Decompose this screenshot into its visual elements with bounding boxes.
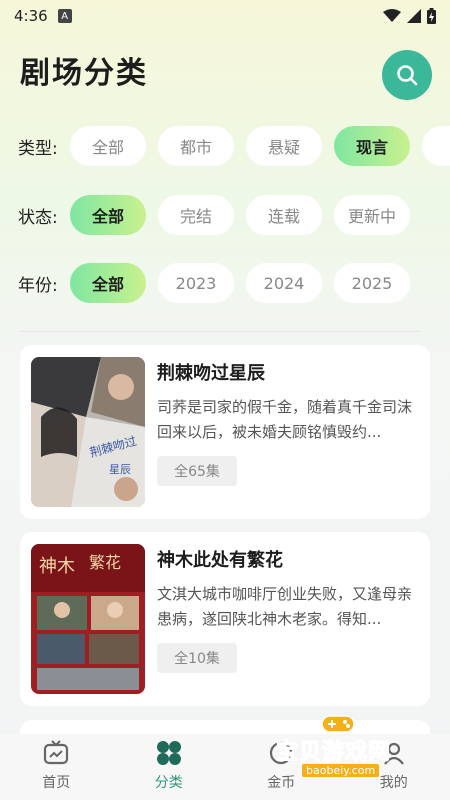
- grid-icon: [156, 741, 181, 765]
- chip-year-all[interactable]: 全部: [70, 263, 146, 303]
- chips-type: 全部 都市 悬疑 现言: [70, 126, 450, 166]
- svg-text:星辰: 星辰: [109, 463, 131, 476]
- chip-type-more[interactable]: [422, 126, 450, 166]
- chip-status-serializing[interactable]: 连载: [246, 195, 322, 235]
- wifi-icon: [383, 9, 401, 22]
- chip-type-mystery[interactable]: 悬疑: [246, 126, 322, 166]
- episode-count-badge: 全65集: [157, 456, 237, 486]
- chip-year-2024[interactable]: 2024: [246, 263, 322, 303]
- chip-status-all[interactable]: 全部: [70, 195, 146, 235]
- chip-type-all[interactable]: 全部: [70, 126, 146, 166]
- tab-label: 首页: [42, 775, 71, 791]
- chip-year-2023[interactable]: 2023: [158, 263, 234, 303]
- chip-status-updating[interactable]: 更新中: [334, 195, 410, 235]
- notification-a-icon: A: [57, 9, 72, 23]
- chips-year: 全部 2023 2024 2025: [70, 263, 450, 303]
- tab-home[interactable]: 首页: [0, 734, 113, 800]
- drama-title: 荆棘吻过星辰: [157, 363, 265, 384]
- chip-year-2025[interactable]: 2025: [334, 263, 410, 303]
- drama-title: 神木此处有繁花: [157, 550, 283, 571]
- tab-label: 分类: [154, 775, 183, 791]
- watermark-logo: 宝贝游戏网 baobeiy.com: [268, 712, 428, 792]
- drama-card[interactable]: 神木 繁花 神木此处有繁花 文淇大城市咖啡厅创业失败，又逢母亲患病，遂回陕北神木…: [20, 532, 430, 706]
- chips-status: 全部 完结 连载 更新中: [70, 195, 450, 235]
- filter-label-status: 状态:: [18, 207, 58, 228]
- drama-description: 司荞是司家的假千金，随着真千金司沫回来以后，被未婚夫顾铭慎毁约...: [157, 398, 413, 441]
- signal-icon: [407, 9, 421, 23]
- gamepad-icon: [321, 715, 355, 733]
- chip-type-modern-romance[interactable]: 现言: [334, 126, 410, 166]
- drama-card[interactable]: 荆棘吻过 星辰 荆棘吻过星辰 司荞是司家的假千金，随着真千金司沫回来以后，被未婚…: [20, 345, 430, 519]
- filter-label-type: 类型:: [18, 138, 58, 159]
- filter-row-year: 年份: 全部 2023 2024 2025: [0, 261, 450, 305]
- filter-row-status: 状态: 全部 完结 连载 更新中: [0, 193, 450, 237]
- drama-poster: 神木 繁花: [31, 544, 145, 694]
- header: 剧场分类: [20, 50, 432, 100]
- search-button[interactable]: [382, 50, 432, 100]
- status-time: 4:36: [14, 7, 48, 25]
- watermark-text: 宝贝游戏网: [275, 740, 392, 766]
- episode-count-badge: 全10集: [157, 643, 237, 673]
- svg-text:神木: 神木: [39, 556, 75, 577]
- chip-type-urban[interactable]: 都市: [158, 126, 234, 166]
- watermark-url: baobeiy.com: [302, 764, 380, 777]
- divider: [20, 331, 420, 332]
- status-bar: 4:36 A: [0, 0, 450, 32]
- svg-text:繁花: 繁花: [89, 553, 121, 572]
- tv-icon: [44, 740, 69, 765]
- tab-category[interactable]: 分类: [113, 734, 226, 800]
- drama-poster: 荆棘吻过 星辰: [31, 357, 145, 507]
- chip-status-completed[interactable]: 完结: [158, 195, 234, 235]
- page-title: 剧场分类: [20, 56, 148, 91]
- filter-row-type: 类型: 全部 都市 悬疑 现言: [0, 124, 450, 168]
- battery-icon: [427, 8, 436, 24]
- drama-description: 文淇大城市咖啡厅创业失败，又逢母亲患病，遂回陕北神木老家。得知...: [157, 585, 413, 628]
- filter-label-year: 年份:: [18, 275, 58, 296]
- search-icon: [397, 65, 418, 86]
